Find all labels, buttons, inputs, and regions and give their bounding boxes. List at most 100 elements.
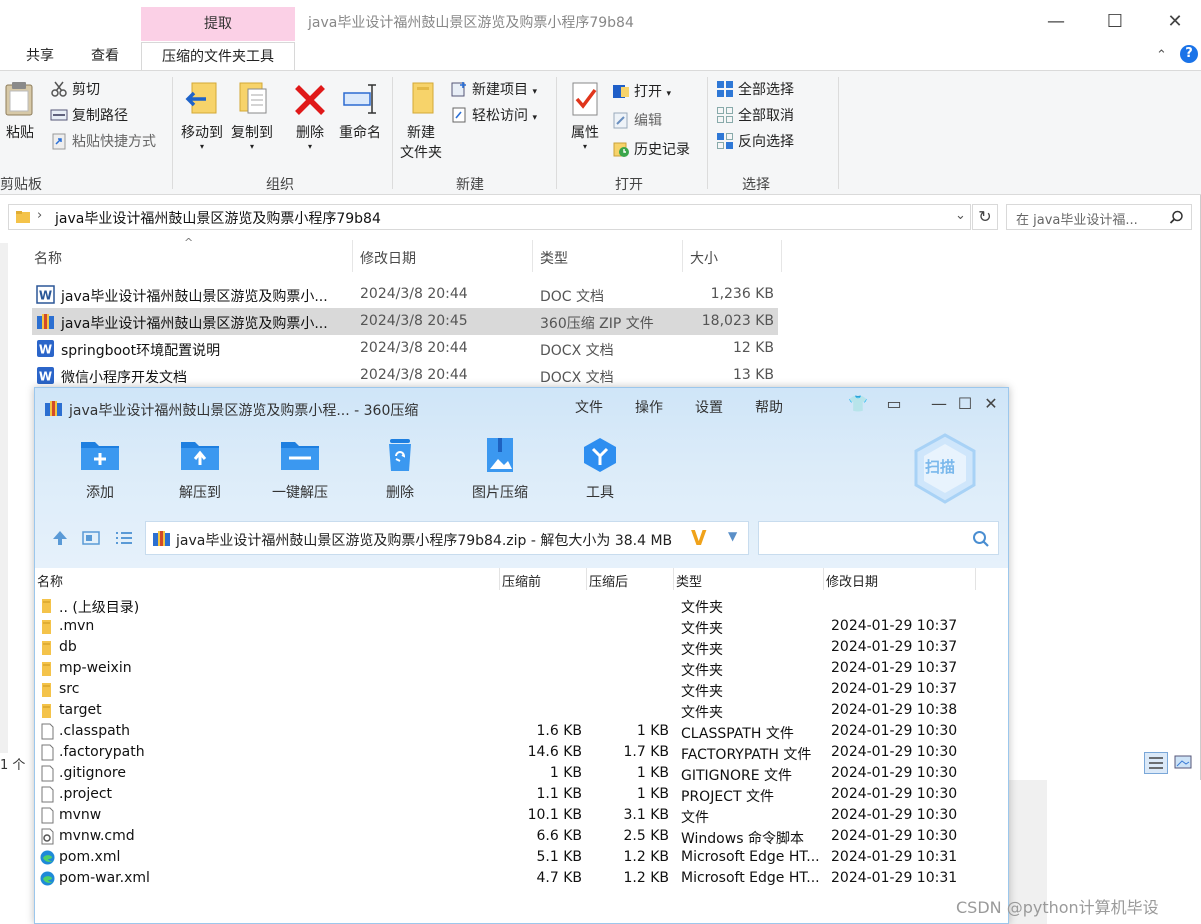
copy-to-button[interactable]: 复制到 ▾	[228, 79, 276, 151]
zip-column-after[interactable]: 压缩后	[589, 571, 628, 590]
zip-address-bar[interactable]: java毕业设计福州鼓山景区游览及购票小程序79b84.zip - 解包大小为 …	[145, 521, 749, 555]
column-separator[interactable]	[352, 240, 353, 272]
new-folder-icon	[412, 82, 434, 114]
window-title: java毕业设计福州鼓山景区游览及购票小程序79b84	[308, 15, 634, 31]
invert-selection-button[interactable]: 反向选择	[716, 131, 794, 153]
refresh-button[interactable]: ↻	[972, 204, 998, 230]
zip-column-before[interactable]: 压缩前	[502, 571, 541, 590]
column-separator[interactable]	[499, 568, 500, 590]
address-bar[interactable]: › java毕业设计福州鼓山景区游览及购票小程序79b84 ⌄	[8, 204, 971, 230]
zip-column-name[interactable]: 名称	[37, 571, 63, 590]
breadcrumb-chevron-icon[interactable]: ›	[37, 208, 42, 223]
search-box[interactable]: 在 java毕业设计福...	[1006, 204, 1192, 230]
ribbon-collapse-icon[interactable]: ⌃	[1156, 48, 1167, 63]
zip-entry-row[interactable]: .. (上级目录) 文件夹	[35, 595, 1008, 616]
column-separator[interactable]	[781, 240, 782, 272]
context-tab-extract[interactable]: 提取	[141, 7, 295, 41]
zip-entry-row[interactable]: mvnw.cmd 6.6 KB 2.5 KB Windows 命令脚本 2024-01-…	[35, 826, 1008, 847]
open-button[interactable]: 打开 ▾	[612, 81, 671, 103]
zip-entry-row[interactable]: .project 1.1 KB 1 KB PROJECT 文件 2024-01-29 1…	[35, 784, 1008, 805]
zip-column-type[interactable]: 类型	[676, 571, 702, 590]
column-separator[interactable]	[975, 568, 976, 590]
up-level-button[interactable]	[50, 528, 70, 548]
zip-menu-file[interactable]: 文件	[575, 397, 603, 417]
file-row[interactable]: W springboot环境配置说明 2024/3/8 20:44 DOCX 文…	[32, 335, 778, 362]
large-icons-view-button[interactable]	[1172, 752, 1196, 774]
zip-column-date[interactable]: 修改日期	[826, 571, 878, 590]
address-dropdown-icon[interactable]: ▼	[728, 529, 737, 543]
select-all-button[interactable]: 全部选择	[716, 79, 794, 101]
column-separator[interactable]	[532, 240, 533, 272]
history-button[interactable]: 历史记录	[612, 139, 690, 161]
column-separator[interactable]	[823, 568, 824, 590]
copy-path-button[interactable]: 复制路径	[50, 105, 128, 127]
new-item-button[interactable]: 新建项目 ▾	[450, 79, 537, 101]
column-separator[interactable]	[673, 568, 674, 590]
cut-button[interactable]: 剪切	[50, 79, 100, 101]
zip-entry-row[interactable]: mp-weixin 文件夹 2024-01-29 10:37	[35, 658, 1008, 679]
zip-entry-row[interactable]: src 文件夹 2024-01-29 10:37	[35, 679, 1008, 700]
file-row-selected[interactable]: java毕业设计福州鼓山景区游览及购票小... 2024/3/8 20:45 3…	[32, 308, 778, 335]
zip-entry-row[interactable]: pom.xml 5.1 KB 1.2 KB Microsoft Edge HT... 2…	[35, 847, 1008, 868]
column-header-date[interactable]: 修改日期	[360, 248, 416, 268]
zip-menu-operation[interactable]: 操作	[635, 397, 663, 417]
file-name: java毕业设计福州鼓山景区游览及购票小...	[61, 316, 328, 332]
skin-shirt-icon[interactable]: 👕	[847, 394, 869, 413]
close-button[interactable]: ✕	[1155, 8, 1195, 36]
tools-button[interactable]: 工具	[555, 436, 645, 502]
zip-maximize-button[interactable]: ☐	[954, 394, 976, 413]
edit-button[interactable]: 编辑	[612, 110, 662, 132]
file-row[interactable]: W 微信小程序开发文档 2024/3/8 20:44 DOCX 文档 13 KB	[32, 362, 778, 389]
tab-view[interactable]: 查看	[80, 42, 130, 70]
zip-entry-row[interactable]: db 文件夹 2024-01-29 10:37	[35, 637, 1008, 658]
one-click-extract-button[interactable]: 一键解压	[255, 436, 345, 502]
tab-compressed-folder-tools[interactable]: 压缩的文件夹工具	[141, 42, 295, 70]
zip-search-input[interactable]	[758, 521, 999, 555]
file-name: springboot环境配置说明	[61, 343, 221, 359]
zip-entry-row[interactable]: .gitignore 1 KB 1 KB GITIGNORE 文件 2024-01-29…	[35, 763, 1008, 784]
easy-access-button[interactable]: 轻松访问 ▾	[450, 105, 537, 127]
image-compress-button[interactable]: 图片压缩	[455, 436, 545, 502]
move-to-button[interactable]: 移动到 ▾	[178, 79, 226, 151]
file-date: 2024/3/8 20:44	[360, 340, 468, 356]
zip-entry-row[interactable]: .mvn 文件夹 2024-01-29 10:37	[35, 616, 1008, 637]
delete-button[interactable]: 删除 ▾	[290, 79, 330, 151]
column-header-type[interactable]: 类型	[540, 248, 568, 268]
zip-delete-button[interactable]: 删除	[355, 436, 445, 502]
rename-button[interactable]: 重命名	[334, 79, 386, 143]
file-row[interactable]: W java毕业设计福州鼓山景区游览及购票小... 2024/3/8 20:44…	[32, 281, 778, 308]
column-separator[interactable]	[682, 240, 683, 272]
column-header-size[interactable]: 大小	[690, 248, 718, 268]
zip-entry-row[interactable]: .factorypath 14.6 KB 1.7 KB FACTORYPATH 文件 2…	[35, 742, 1008, 763]
zip-minimize-button[interactable]: —	[928, 394, 950, 413]
minimize-button[interactable]: —	[1036, 8, 1076, 36]
details-view-button[interactable]	[1144, 752, 1168, 774]
zip-entry-row[interactable]: .classpath 1.6 KB 1 KB CLASSPATH 文件 2024-01-…	[35, 721, 1008, 742]
properties-button[interactable]: 属性 ▾	[566, 79, 604, 151]
zip-menu-help[interactable]: 帮助	[755, 397, 783, 417]
paste-shortcut-button[interactable]: 粘贴快捷方式	[50, 131, 156, 153]
scan-button[interactable]: 扫描	[910, 432, 980, 506]
zip-entry-row[interactable]: mvnw 10.1 KB 3.1 KB 文件 2024-01-29 10:30	[35, 805, 1008, 826]
zip-entry-row[interactable]: target 文件夹 2024-01-29 10:38	[35, 700, 1008, 721]
tab-share[interactable]: 共享	[14, 42, 66, 70]
address-dropdown-icon[interactable]: ⌄	[955, 208, 966, 223]
preview-button[interactable]	[81, 528, 101, 548]
list-view-button[interactable]	[114, 528, 134, 548]
column-header-name[interactable]: 名称	[34, 248, 62, 268]
vip-v-icon[interactable]: V	[691, 526, 706, 550]
zip-menu-settings[interactable]: 设置	[695, 397, 723, 417]
select-none-button[interactable]: 全部取消	[716, 105, 794, 127]
help-icon[interactable]: ?	[1180, 45, 1198, 63]
zip-close-button[interactable]: ✕	[980, 394, 1002, 413]
column-separator[interactable]	[586, 568, 587, 590]
add-button[interactable]: 添加	[55, 436, 145, 502]
paste-button[interactable]: 粘贴	[2, 79, 38, 143]
new-folder-button[interactable]: 新建 文件夹	[398, 79, 444, 163]
zip-entry-row[interactable]: pom-war.xml 4.7 KB 1.2 KB Microsoft Edge HT…	[35, 868, 1008, 889]
feedback-icon[interactable]: ▭	[883, 394, 905, 413]
move-to-icon	[185, 82, 217, 114]
extract-to-button[interactable]: 解压到	[155, 436, 245, 502]
nav-pane-scrollbar[interactable]	[0, 243, 8, 753]
maximize-button[interactable]: ☐	[1095, 8, 1135, 36]
